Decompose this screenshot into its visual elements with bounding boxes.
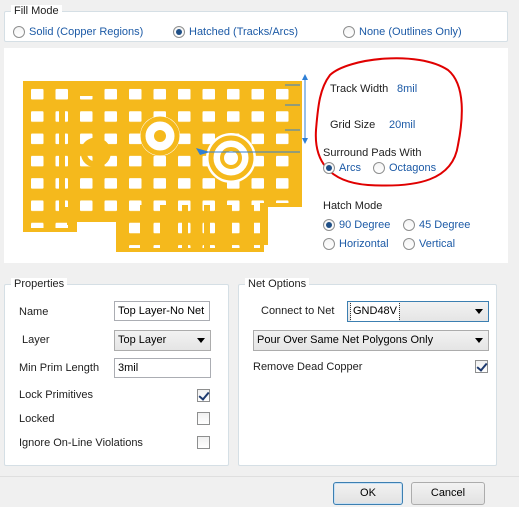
hatch-90-radio[interactable] (323, 219, 335, 231)
track-width-label: Track Width (330, 83, 389, 95)
connect-to-net-value: GND48V (349, 302, 401, 321)
fill-hatched-radio[interactable] (173, 26, 185, 38)
fill-hatched-label[interactable]: Hatched (Tracks/Arcs) (189, 26, 298, 39)
hatch-45-label[interactable]: 45 Degree (419, 219, 470, 232)
ok-button[interactable]: OK (333, 482, 403, 505)
hatch-horizontal-label[interactable]: Horizontal (339, 238, 389, 251)
lock-primitives-label: Lock Primitives (19, 389, 93, 401)
remove-dead-copper-label: Remove Dead Copper (253, 361, 363, 373)
surround-octagons-radio[interactable] (373, 162, 385, 174)
name-label: Name (19, 306, 49, 318)
pour-over-value: Pour Over Same Net Polygons Only (257, 334, 434, 346)
hatch-preview-graphic (23, 74, 308, 252)
surround-octagons-label[interactable]: Octagons (389, 162, 436, 175)
layer-label: Layer (22, 334, 50, 346)
grid-size-label: Grid Size (330, 119, 376, 131)
min-prim-label: Min Prim Length (19, 362, 100, 374)
hatch-90-label[interactable]: 90 Degree (339, 219, 390, 232)
grid-size-value[interactable]: 20mil (389, 119, 415, 132)
fill-none-radio[interactable] (343, 26, 355, 38)
layer-select-value: Top Layer (118, 334, 167, 346)
surround-arcs-radio[interactable] (323, 162, 335, 174)
locked-checkbox[interactable] (197, 412, 210, 425)
track-width-value[interactable]: 8mil (397, 83, 417, 96)
min-prim-field[interactable]: 3mil (114, 358, 211, 378)
hatch-vertical-radio[interactable] (403, 238, 415, 250)
properties-title: Properties (11, 278, 68, 291)
locked-label: Locked (19, 413, 55, 425)
fill-mode-title: Fill Mode (11, 5, 62, 18)
pour-over-select[interactable]: Pour Over Same Net Polygons Only (253, 330, 489, 351)
fill-solid-label[interactable]: Solid (Copper Regions) (29, 26, 143, 39)
hatch-vertical-label[interactable]: Vertical (419, 238, 455, 251)
layer-select[interactable]: Top Layer (114, 330, 211, 351)
remove-dead-copper-checkbox[interactable] (475, 360, 488, 373)
cancel-button[interactable]: Cancel (411, 482, 485, 505)
surround-arcs-label[interactable]: Arcs (339, 162, 361, 175)
ignore-online-checkbox[interactable] (197, 436, 210, 449)
net-options-title: Net Options (245, 278, 310, 291)
connect-to-net-label: Connect to Net (261, 305, 335, 317)
lock-primitives-checkbox[interactable] (197, 389, 210, 402)
chevron-down-icon (475, 309, 483, 314)
name-field[interactable]: Top Layer-No Net (114, 301, 210, 321)
fill-solid-radio[interactable] (13, 26, 25, 38)
ignore-online-label: Ignore On-Line Violations (19, 437, 143, 449)
fill-none-label[interactable]: None (Outlines Only) (359, 26, 462, 39)
hatch-mode-label: Hatch Mode (323, 200, 383, 212)
connect-to-net-select[interactable]: GND48V (347, 301, 489, 322)
chevron-down-icon (475, 338, 483, 343)
surround-pads-label: Surround Pads With (323, 147, 422, 159)
hatch-45-radio[interactable] (403, 219, 415, 231)
chevron-down-icon (197, 338, 205, 343)
hatch-horizontal-radio[interactable] (323, 238, 335, 250)
